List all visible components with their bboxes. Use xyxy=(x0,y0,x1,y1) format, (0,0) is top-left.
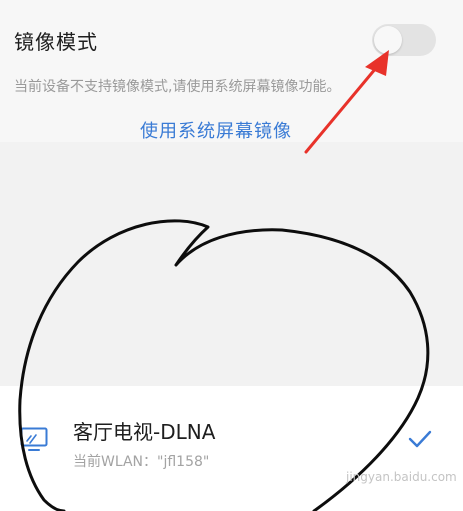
mirror-mode-toggle[interactable] xyxy=(372,24,436,56)
checkmark-icon xyxy=(408,430,432,448)
system-screen-mirror-link[interactable]: 使用系统屏幕镜像 xyxy=(140,117,292,143)
tv-screen-icon xyxy=(20,427,48,451)
toggle-knob[interactable] xyxy=(374,26,402,54)
device-wlan-label: 当前WLAN："jfl158" xyxy=(73,454,210,470)
device-name: 客厅电视-DLNA xyxy=(73,420,216,444)
mirror-mode-title: 镜像模式 xyxy=(14,30,98,54)
watermark: jingyan.baidu.com xyxy=(346,470,457,484)
unsupported-hint: 当前设备不支持镜像模式,请使用系统屏幕镜像功能。 xyxy=(14,79,341,95)
device-list-item[interactable] xyxy=(0,386,463,511)
